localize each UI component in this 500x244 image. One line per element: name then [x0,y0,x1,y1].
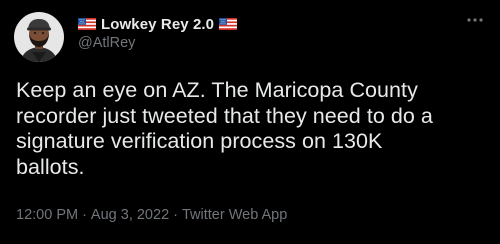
tweet-time[interactable]: 12:00 PM [16,207,78,223]
avatar[interactable] [14,12,64,62]
author-handle[interactable]: @AtlRey [78,35,135,51]
meta-separator: · [173,207,178,223]
us-flag-icon [78,18,96,30]
tweet-card: Lowkey Rey 2.0 @AtlRey Keep an eye on AZ… [0,0,500,244]
author-display-name[interactable]: Lowkey Rey 2.0 [101,16,214,33]
author-name-row[interactable]: Lowkey Rey 2.0 [78,14,238,34]
tweet-text-line: Keep an eye on AZ. The Maricopa County [16,78,418,102]
tweet-source[interactable]: Twitter Web App [182,207,287,223]
more-horizontal-icon[interactable] [462,10,488,30]
tweet-text: Keep an eye on AZ. The Maricopa County r… [16,78,490,180]
tweet-meta: 12:00 PM · Aug 3, 2022 · Twitter Web App [16,207,287,223]
meta-separator: · [82,207,87,223]
tweet-text-line: ballots. [16,154,85,179]
tweet-date[interactable]: Aug 3, 2022 [91,207,169,223]
tweet-text-line: signature verification process on 130K [16,129,383,153]
us-flag-icon [219,18,238,30]
tweet-text-line: recorder just tweeted that they need to … [16,103,433,128]
